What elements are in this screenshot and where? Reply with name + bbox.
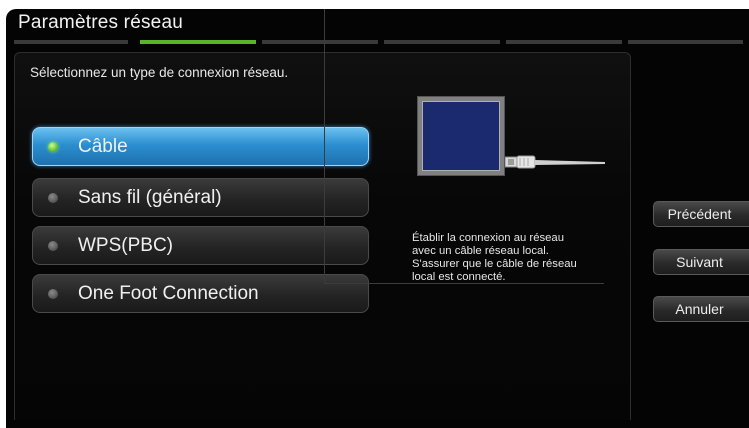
option-wps[interactable]: WPS(PBC) xyxy=(32,226,369,265)
option-wireless[interactable]: Sans fil (général) xyxy=(32,178,369,217)
step-3 xyxy=(262,40,378,44)
option-one-foot-connection[interactable]: One Foot Connection xyxy=(32,274,369,313)
option-label: Câble xyxy=(78,136,128,157)
cancel-button[interactable]: Annuler xyxy=(653,296,749,322)
step-1 xyxy=(14,40,128,44)
tv-illustration-icon xyxy=(418,97,504,175)
step-4 xyxy=(384,40,500,44)
step-6 xyxy=(628,40,743,44)
description-text: Établir la connexion au réseau avec un c… xyxy=(412,232,577,283)
step-2-active xyxy=(140,40,256,44)
gray-dot-icon xyxy=(48,289,58,299)
option-label: WPS(PBC) xyxy=(78,235,173,256)
divider-vertical xyxy=(324,9,325,284)
option-cable[interactable]: Câble xyxy=(32,127,369,166)
gray-dot-icon xyxy=(48,193,58,203)
step-5 xyxy=(506,40,622,44)
page-title: Paramètres réseau xyxy=(18,12,183,33)
lan-cable-icon xyxy=(505,155,605,169)
next-button[interactable]: Suivant xyxy=(653,249,749,275)
step-progress-bar xyxy=(14,40,743,44)
option-label: One Foot Connection xyxy=(78,283,259,304)
previous-button[interactable]: Précédent xyxy=(653,201,749,227)
gray-dot-icon xyxy=(48,241,58,251)
instruction-text: Sélectionnez un type de connexion réseau… xyxy=(30,65,289,80)
green-dot-icon xyxy=(48,142,58,152)
option-label: Sans fil (général) xyxy=(78,187,222,208)
